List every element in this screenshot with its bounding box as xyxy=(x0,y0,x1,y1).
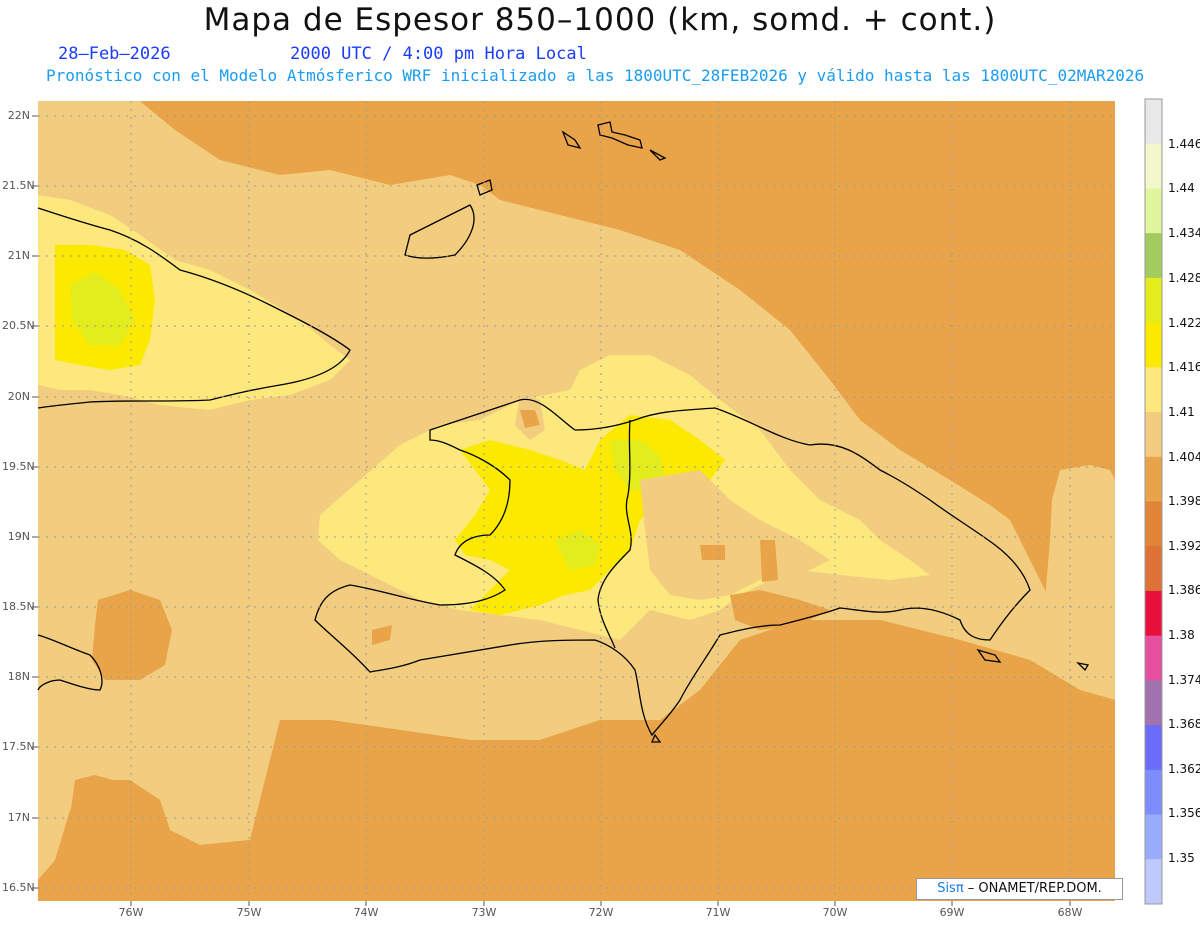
colorbar-swatch xyxy=(1145,814,1162,860)
lat-label: 16.5N xyxy=(2,881,35,894)
colorbar-label: 1.362 xyxy=(1168,762,1200,776)
lon-label: 72W xyxy=(588,906,614,919)
colorbar-label: 1.398 xyxy=(1168,494,1200,508)
lon-label: 75W xyxy=(236,906,262,919)
colorbar-swatch xyxy=(1145,635,1162,681)
colorbar-label: 1.374 xyxy=(1168,673,1200,687)
colorbar-label: 1.428 xyxy=(1168,271,1200,285)
lat-label: 21.5N xyxy=(2,179,35,192)
colorbar-swatch xyxy=(1145,277,1162,324)
colorbar-label: 1.446 xyxy=(1168,137,1200,151)
contour-1398-blob-jam xyxy=(92,590,172,680)
lat-label: 19N xyxy=(7,530,30,543)
lat-label: 22N xyxy=(7,109,30,122)
colorbar-label: 1.368 xyxy=(1168,717,1200,731)
credit-brand: Sisπ xyxy=(937,881,964,896)
colorbar-label: 1.434 xyxy=(1168,226,1200,240)
colorbar-swatch xyxy=(1145,501,1162,547)
lon-label: 68W xyxy=(1057,906,1083,919)
lat-label: 20.5N xyxy=(2,319,35,332)
colorbar-swatch xyxy=(1145,769,1162,816)
lat-label: 17N xyxy=(7,811,30,824)
colorbar-label: 1.392 xyxy=(1168,539,1200,553)
lon-label: 70W xyxy=(822,906,848,919)
colorbar-label: 1.416 xyxy=(1168,360,1200,374)
colorbar-swatch xyxy=(1145,456,1162,502)
colorbar-label: 1.41 xyxy=(1168,405,1195,419)
colorbar-swatch xyxy=(1145,233,1162,279)
thickness-map xyxy=(32,98,1163,906)
colorbar-swatch xyxy=(1145,546,1162,592)
lat-label: 18.5N xyxy=(2,600,35,613)
colorbar-swatch xyxy=(1145,99,1162,145)
lat-label: 19.5N xyxy=(2,460,35,473)
lon-label: 71W xyxy=(705,906,731,919)
colorbar-swatch xyxy=(1145,367,1162,413)
lat-label: 20N xyxy=(7,390,30,403)
credit-box: Sisπ – ONAMET/REP.DOM. xyxy=(916,878,1123,900)
colorbar-swatch xyxy=(1145,680,1162,726)
colorbar-label: 1.44 xyxy=(1168,181,1195,195)
lon-label: 69W xyxy=(939,906,965,919)
lat-label: 17.5N xyxy=(2,740,35,753)
colorbar-swatch xyxy=(1145,188,1162,234)
lon-label: 76W xyxy=(118,906,144,919)
colorbar xyxy=(1144,98,1163,905)
credit-org: – ONAMET/REP.DOM. xyxy=(963,881,1102,896)
colorbar-swatch xyxy=(1145,590,1162,637)
colorbar-swatch xyxy=(1145,412,1162,458)
lon-label: 74W xyxy=(353,906,379,919)
colorbar-label: 1.422 xyxy=(1168,316,1200,330)
colorbar-swatch xyxy=(1145,143,1162,189)
colorbar-label: 1.38 xyxy=(1168,628,1195,642)
lat-label: 21N xyxy=(7,249,30,262)
colorbar-swatch xyxy=(1145,322,1162,368)
colorbar-label: 1.356 xyxy=(1168,806,1200,820)
lat-label: 18N xyxy=(7,670,30,683)
colorbar-label: 1.35 xyxy=(1168,851,1195,865)
colorbar-swatch xyxy=(1145,725,1162,771)
colorbar-label: 1.404 xyxy=(1168,450,1200,464)
lon-label: 73W xyxy=(471,906,497,919)
colorbar-label: 1.386 xyxy=(1168,583,1200,597)
colorbar-swatch xyxy=(1145,859,1162,905)
